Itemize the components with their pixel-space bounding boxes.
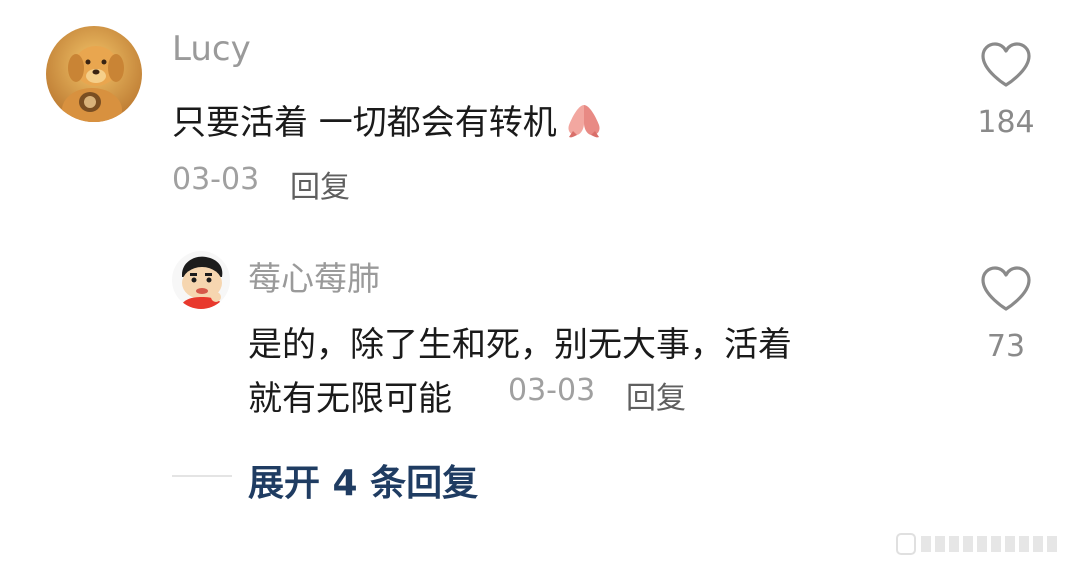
avatar[interactable] — [172, 251, 230, 309]
praying-hands-icon — [561, 101, 607, 148]
watermark-icon — [896, 533, 1057, 555]
heart-outline-icon — [981, 266, 1031, 311]
heart-outline-icon — [981, 42, 1031, 87]
watermark-logo — [895, 530, 1065, 558]
cartoon-boy-avatar-icon — [172, 251, 230, 309]
reply-date: 03-03 — [508, 373, 596, 408]
avatar[interactable] — [46, 26, 142, 122]
like-count: 184 — [977, 105, 1035, 140]
divider — [172, 475, 232, 477]
expand-replies-button[interactable]: 展开 4 条回复 — [248, 454, 478, 506]
like-button[interactable] — [979, 264, 1033, 314]
comment-username[interactable]: Lucy — [172, 29, 251, 69]
comment-date: 03-03 — [172, 162, 260, 197]
comment-text: 只要活着 一切都会有转机 — [172, 95, 607, 148]
reply-text-line1: 是的，除了生和死，别无大事，活着 — [248, 325, 792, 365]
like-count: 73 — [986, 329, 1026, 364]
golden-retriever-avatar-icon — [46, 26, 142, 122]
comment-text-content: 只要活着 一切都会有转机 — [172, 103, 557, 143]
reply-username[interactable]: 莓心莓肺 — [248, 252, 380, 300]
reply-text-line2: 就有无限可能 — [248, 379, 452, 419]
reply-button[interactable]: 回复 — [626, 373, 686, 417]
reply-button[interactable]: 回复 — [290, 162, 350, 206]
like-button[interactable] — [979, 40, 1033, 90]
